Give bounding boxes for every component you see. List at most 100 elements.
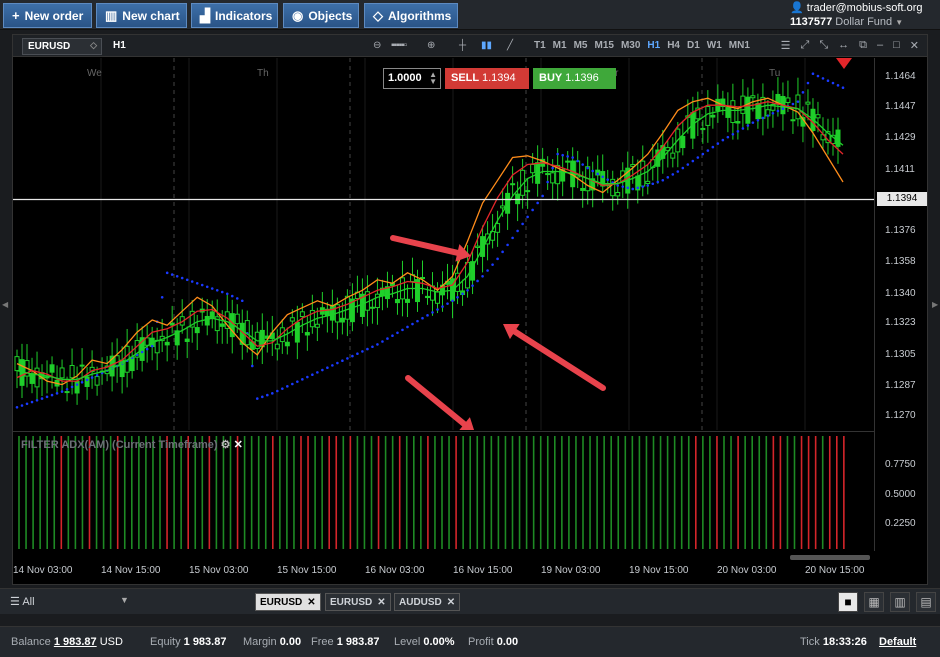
- candle-body: [550, 172, 556, 184]
- columns-layout-icon[interactable]: ▥: [890, 592, 910, 612]
- sar-dot: [791, 102, 795, 106]
- minimize-icon[interactable]: –: [877, 39, 883, 52]
- annotation-arrow-crossover: [390, 235, 471, 262]
- price-tick-label: 1.1429: [885, 132, 916, 144]
- horizontal-scrollbar[interactable]: [790, 555, 870, 560]
- account-user: trader@mobius-soft.org: [806, 2, 923, 14]
- candle-body: [314, 323, 320, 328]
- single-layout-icon[interactable]: ■: [838, 592, 858, 612]
- new-chart-button[interactable]: ▥ New chart: [96, 3, 187, 28]
- indicators-button[interactable]: ▟ Indicators: [191, 3, 278, 28]
- sar-dot: [626, 186, 630, 190]
- sar-dot: [271, 392, 274, 395]
- indicator-pane[interactable]: FILTER ADX(AM) (Current Timeframe) ⚙ ✕: [13, 431, 874, 551]
- detach-icon[interactable]: ⧉: [859, 39, 867, 52]
- candles-icon[interactable]: ▮▮: [481, 40, 492, 51]
- sar-dot: [356, 352, 359, 356]
- sar-dot: [451, 299, 454, 303]
- candle-body: [795, 94, 801, 120]
- price-scale[interactable]: 1.1394 1.1464 1.1447 1.1429 1.1411 1.1376 1.1…: [874, 58, 929, 551]
- sar-dot: [235, 297, 239, 300]
- collapse-left-icon[interactable]: ◀: [2, 300, 8, 309]
- sar-dot: [341, 359, 344, 363]
- time-tick-label: 15 Nov 15:00: [277, 565, 337, 576]
- buy-button[interactable]: BUY 1.1396: [533, 68, 616, 89]
- fit-icon[interactable]: ⤡: [819, 39, 828, 52]
- timeframe-d1[interactable]: D1: [687, 40, 700, 51]
- rows-layout-icon[interactable]: ▤: [916, 592, 936, 612]
- sar-dot: [691, 159, 695, 163]
- timeframe-m30[interactable]: M30: [621, 40, 640, 51]
- sar-dot: [396, 331, 399, 335]
- tab-eurusd-2[interactable]: EURUSD ✕: [325, 593, 391, 611]
- timeframe-h1[interactable]: H1: [647, 40, 660, 51]
- margin-status: Margin 0.00: [243, 636, 302, 648]
- timeframe-m15[interactable]: M15: [594, 40, 613, 51]
- timeframe-t1[interactable]: T1: [534, 40, 546, 51]
- new-order-button[interactable]: + New order: [3, 3, 92, 28]
- default-profile[interactable]: Default: [879, 636, 916, 648]
- sar-dot: [321, 368, 324, 372]
- timeframe-m5[interactable]: M5: [574, 40, 588, 51]
- candle-body: [835, 129, 841, 147]
- timeframe-w1[interactable]: W1: [707, 40, 722, 51]
- account-info[interactable]: 👤 trader@mobius-soft.org 1137577 Dollar …: [790, 1, 936, 30]
- bar-chart-icon[interactable]: ┼: [459, 40, 466, 51]
- tab-audusd[interactable]: AUDUSD ✕: [394, 593, 461, 611]
- close-icon[interactable]: ✕: [234, 439, 243, 451]
- sar-dot: [681, 166, 685, 170]
- sell-button[interactable]: SELL 1.1394: [445, 68, 529, 89]
- draw-line-icon[interactable]: ⤢: [801, 39, 810, 52]
- tick-status: Tick 18:33:26: [800, 636, 867, 648]
- collapse-right-icon[interactable]: ▶: [932, 300, 938, 309]
- candle-body: [44, 376, 50, 379]
- price-chart[interactable]: WeThFrTu: [13, 58, 874, 430]
- gear-icon[interactable]: ⚙: [221, 439, 231, 451]
- timeframe-mn1[interactable]: MN1: [729, 40, 750, 51]
- annotation-arrow-sar: [503, 323, 606, 391]
- sar-dot: [751, 121, 755, 124]
- indicators-menu-icon[interactable]: ☰: [781, 39, 791, 52]
- grid-layout-icon[interactable]: ▦: [864, 592, 884, 612]
- objects-button[interactable]: ◉ Objects: [283, 3, 359, 28]
- sar-dot: [561, 153, 564, 157]
- sar-dot: [411, 322, 414, 326]
- symbol-filter-dropdown[interactable]: ☰ All ▼: [10, 595, 129, 608]
- indicator-tick-label: 0.7750: [885, 459, 916, 470]
- price-alert-marker[interactable]: [836, 58, 852, 69]
- sar-dot: [566, 155, 569, 158]
- timeframe-h4[interactable]: H4: [667, 40, 680, 51]
- scroll-icon[interactable]: ↔: [838, 39, 849, 52]
- zoom-in-icon[interactable]: ⊕: [427, 40, 435, 51]
- close-icon[interactable]: ✕: [447, 597, 455, 608]
- quantity-input[interactable]: 1.0000 ▲ ▼: [383, 68, 441, 89]
- line-chart-icon[interactable]: ╱: [507, 40, 513, 51]
- maximize-icon[interactable]: □: [893, 39, 900, 52]
- candle-body: [475, 245, 481, 248]
- plus-icon: +: [12, 8, 20, 23]
- zoom-slider[interactable]: ▪▪▪▪▪▫: [391, 40, 407, 51]
- sar-dot: [466, 288, 469, 292]
- sar-dot: [311, 373, 314, 376]
- sar-dot: [526, 215, 529, 219]
- sar-dot: [170, 273, 174, 276]
- chart-header: EURUSD ◇ H1 ⊖ ▪▪▪▪▪▫ ⊕ ┼ ▮▮ ╱ T1 M1 M5 M15 M3…: [13, 35, 927, 57]
- candle-body: [755, 102, 761, 120]
- sar-dot: [376, 343, 379, 346]
- account-number: 1137577: [790, 16, 833, 28]
- close-icon[interactable]: ✕: [307, 597, 315, 608]
- sar-dot: [85, 378, 89, 382]
- time-tick-label: 15 Nov 03:00: [189, 565, 249, 576]
- timeframe-m1[interactable]: M1: [553, 40, 567, 51]
- symbol-selector[interactable]: EURUSD ◇: [22, 38, 102, 55]
- zoom-out-icon[interactable]: ⊖: [373, 40, 381, 51]
- close-icon[interactable]: ✕: [910, 39, 919, 52]
- price-tick-label: 1.1464: [885, 71, 916, 83]
- algorithms-button[interactable]: ◇ Algorithms: [364, 3, 458, 28]
- tab-eurusd-1[interactable]: EURUSD ✕: [255, 593, 321, 611]
- sar-dot: [205, 285, 209, 289]
- sar-dot: [150, 344, 154, 348]
- sar-dot: [536, 201, 539, 205]
- chart-icon: ▥: [105, 7, 118, 23]
- close-icon[interactable]: ✕: [377, 597, 385, 608]
